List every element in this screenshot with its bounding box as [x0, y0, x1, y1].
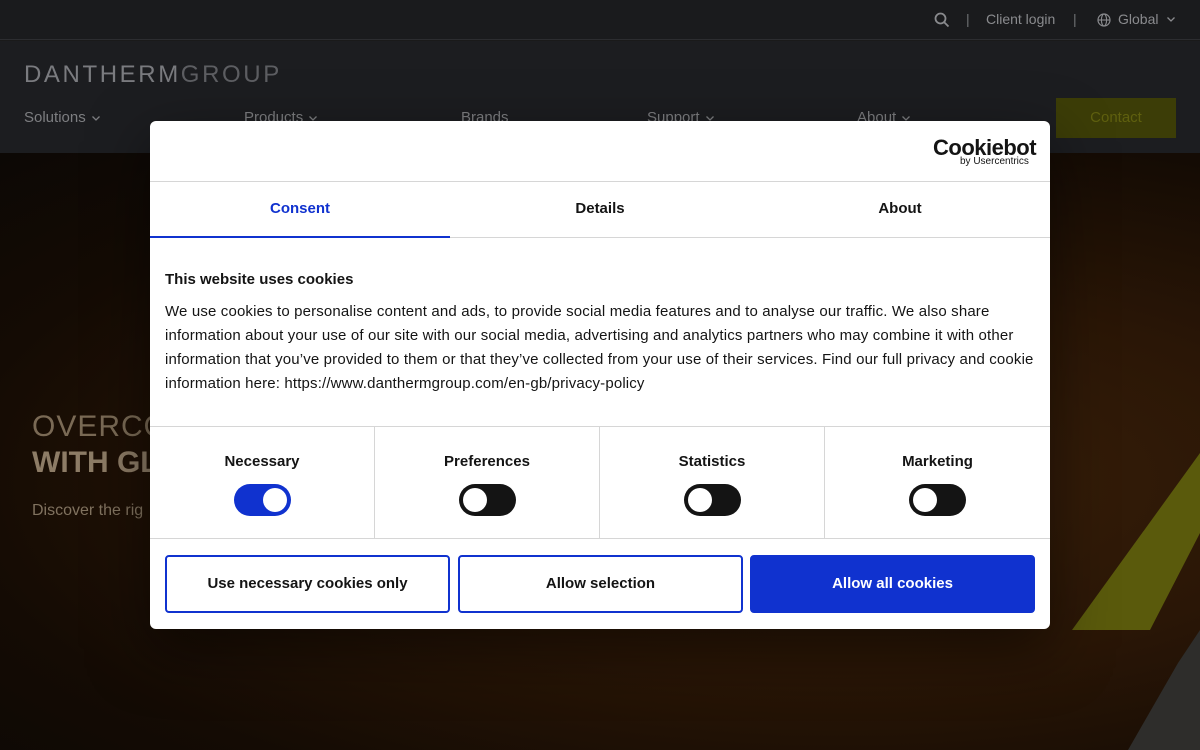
toggle-knob	[688, 488, 712, 512]
dialog-title: This website uses cookies	[165, 271, 354, 288]
category-label: Necessary	[224, 453, 300, 470]
category-preferences: Preferences	[375, 427, 600, 539]
topbar-separator: |	[966, 11, 970, 27]
cookie-consent-dialog: Cookiebot by Usercentrics Consent Detail…	[150, 121, 1050, 629]
globe-icon	[1097, 13, 1111, 27]
dialog-header: Cookiebot by Usercentrics	[150, 121, 1050, 182]
toggle-knob	[263, 488, 287, 512]
preferences-toggle[interactable]	[459, 484, 516, 516]
necessary-toggle[interactable]	[234, 484, 291, 516]
category-statistics: Statistics	[600, 427, 825, 539]
cookie-category-toggles: Necessary Preferences Statistics Marketi…	[150, 426, 1050, 539]
statistics-toggle[interactable]	[684, 484, 741, 516]
chevron-down-icon	[91, 116, 100, 121]
topbar-separator: |	[1073, 11, 1077, 27]
nav-solutions[interactable]: Solutions	[24, 109, 101, 126]
tab-details[interactable]: Details	[450, 182, 750, 238]
search-icon[interactable]	[934, 12, 950, 28]
consent-tabs: Consent Details About	[150, 182, 1050, 238]
use-necessary-only-button[interactable]: Use necessary cookies only	[165, 555, 450, 613]
client-login-link[interactable]: Client login	[986, 11, 1055, 27]
dialog-description: We use cookies to personalise content an…	[165, 303, 1034, 392]
cookiebot-logo[interactable]: Cookiebot by Usercentrics	[933, 135, 1037, 167]
category-label: Statistics	[678, 453, 746, 470]
chevron-down-icon	[1167, 17, 1175, 22]
allow-selection-button[interactable]: Allow selection	[458, 555, 743, 613]
top-utility-bar: | Client login | Global	[0, 0, 1200, 40]
decorative-stripe	[1072, 453, 1200, 750]
hero-title-line1: OVERCO	[32, 410, 169, 443]
hero-subtitle: Discover the rig	[32, 502, 144, 519]
allow-all-cookies-button[interactable]: Allow all cookies	[750, 555, 1035, 613]
hero-title-line2: WITH GL	[32, 446, 159, 479]
category-label: Marketing	[902, 453, 973, 470]
toggle-knob	[463, 488, 487, 512]
region-selector[interactable]: Global	[1118, 11, 1158, 27]
toggle-knob	[913, 488, 937, 512]
category-label: Preferences	[444, 453, 530, 470]
dantherm-logo[interactable]: DANTHERMGROUP	[24, 61, 282, 89]
tab-about[interactable]: About	[750, 182, 1050, 238]
contact-button[interactable]: Contact	[1056, 98, 1176, 138]
category-marketing: Marketing	[825, 427, 1050, 539]
tab-consent[interactable]: Consent	[150, 182, 450, 238]
category-necessary: Necessary	[150, 427, 375, 539]
marketing-toggle[interactable]	[909, 484, 966, 516]
